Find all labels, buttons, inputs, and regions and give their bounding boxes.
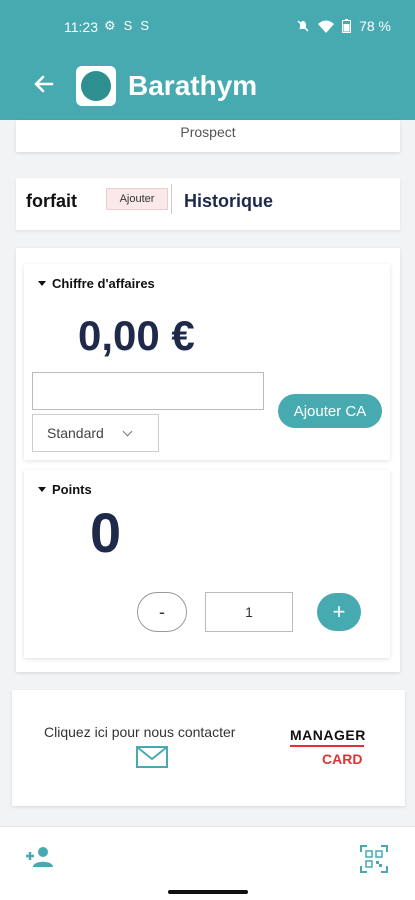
revenue-type-select[interactable]: Standard <box>32 414 159 452</box>
battery-icon <box>342 19 352 33</box>
revenue-type-value: Standard <box>47 425 104 441</box>
status-right-icons: 78 % <box>296 18 391 34</box>
main-panel: Chiffre d'affaires 0,00 € Standard Ajout… <box>16 248 400 672</box>
add-user-icon[interactable] <box>24 845 56 869</box>
battery-level: 78 % <box>359 18 391 34</box>
revenue-section-title: Chiffre d'affaires <box>52 276 155 291</box>
mute-icon <box>297 20 309 32</box>
wifi-icon <box>318 20 335 33</box>
status-left-icons: ⚙ S S <box>104 18 149 34</box>
logo-mark <box>81 71 111 101</box>
s-icon: S <box>140 18 149 33</box>
tab-divider <box>171 184 172 214</box>
qr-scan-icon[interactable] <box>360 845 388 873</box>
page-title: Barathym <box>128 70 258 101</box>
decrement-button[interactable]: - <box>137 592 187 632</box>
add-revenue-button[interactable]: Ajouter CA <box>278 394 382 428</box>
status-time: 11:23 <box>64 19 98 35</box>
caret-down-icon <box>38 281 46 286</box>
revenue-section: Chiffre d'affaires 0,00 € Standard Ajout… <box>24 264 390 460</box>
add-forfait-button[interactable]: Ajouter <box>106 188 168 210</box>
revenue-section-header[interactable]: Chiffre d'affaires <box>38 276 155 291</box>
home-handle[interactable] <box>168 890 248 894</box>
contact-text[interactable]: Cliquez ici pour nous contacter <box>44 724 235 740</box>
revenue-input[interactable] <box>32 372 264 410</box>
arrow-left-icon[interactable] <box>28 68 60 100</box>
points-section-title: Points <box>52 482 92 497</box>
brand-divider <box>290 745 364 747</box>
bottom-bar <box>0 826 415 882</box>
caret-down-icon <box>38 487 46 492</box>
brand-card-text: CARD <box>322 751 363 767</box>
tab-forfait[interactable]: forfait <box>26 191 77 212</box>
status-bar: 11:23 ⚙ S S 78 % <box>0 0 415 56</box>
tab-historique[interactable]: Historique <box>184 191 273 212</box>
contact-card[interactable]: Cliquez ici pour nous contacter MANAGER … <box>12 690 405 806</box>
points-quantity-input[interactable]: 1 <box>205 592 293 632</box>
tabs-bar: forfait Ajouter Historique <box>16 178 400 230</box>
points-section: Points 0 - 1 + <box>24 470 390 658</box>
app-bar: Barathym <box>0 56 415 120</box>
brand-manager-text: MANAGER <box>290 727 366 743</box>
points-section-header[interactable]: Points <box>38 482 92 497</box>
points-value: 0 <box>90 501 122 564</box>
revenue-amount: 0,00 € <box>78 312 195 359</box>
gear-icon: ⚙ <box>104 18 116 33</box>
s-icon: S <box>123 18 133 33</box>
app-logo <box>76 66 116 106</box>
chevron-down-icon <box>122 426 133 436</box>
system-nav-bar <box>0 882 415 900</box>
status-label: Prospect <box>180 124 236 140</box>
increment-button[interactable]: + <box>317 593 361 631</box>
mail-icon[interactable] <box>136 746 168 768</box>
profile-card: Prospect <box>16 120 400 152</box>
